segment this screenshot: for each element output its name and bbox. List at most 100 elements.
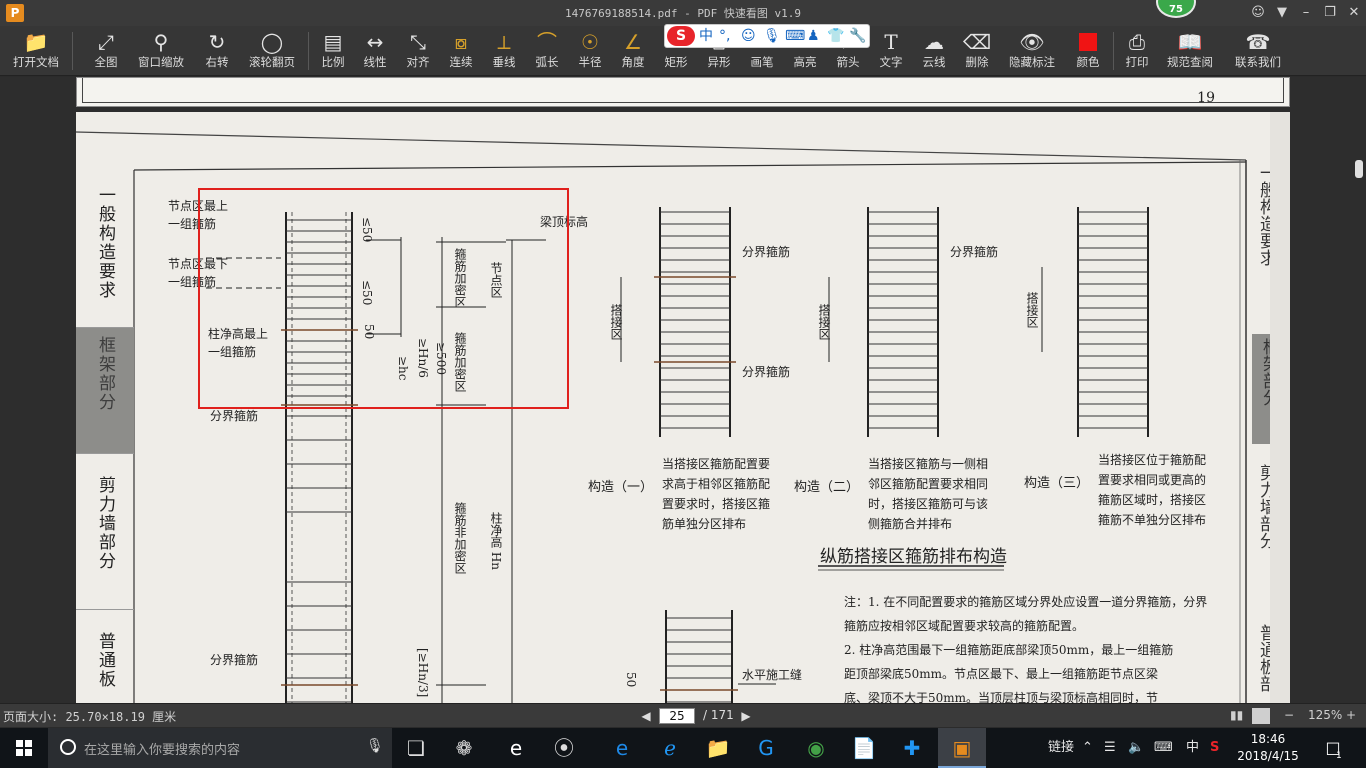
single-page-view-icon[interactable]: [1252, 708, 1270, 724]
linear-dimension-icon: ↔: [366, 30, 384, 54]
side-tab-label: 普通板: [95, 632, 115, 689]
fan-app-icon[interactable]: ❁: [440, 728, 488, 768]
construction-3-desc-line-2: 置要求相同或更高的: [1098, 473, 1207, 487]
ime-mode-toggle[interactable]: 中: [699, 27, 713, 45]
scale-ruler-icon: ▤: [323, 30, 343, 54]
internet-explorer-icon[interactable]: ℯ: [646, 728, 694, 768]
label-nondense-zone: 箍筋非加密区: [453, 502, 467, 574]
notification-center-icon[interactable]: □ 1: [1320, 736, 1346, 761]
emoji-icon[interactable]: ☺: [741, 27, 756, 45]
contact-us-button[interactable]: ☎ 联系我们: [1232, 28, 1284, 74]
keyboard-tray-icon[interactable]: ⌨: [1154, 728, 1173, 768]
open-document-button[interactable]: 📁 打开文档: [10, 28, 62, 74]
vertical-scrollbar-thumb[interactable]: [1355, 160, 1363, 178]
aligned-dimension-icon: ⤡: [410, 30, 426, 54]
hide-annotation-button[interactable]: 👁 隐藏标注: [1006, 28, 1058, 74]
print-button[interactable]: ⎙ 打印: [1122, 28, 1152, 74]
zoom-out-button[interactable]: −: [1284, 708, 1294, 722]
angle-button[interactable]: ∠ 角度: [618, 28, 648, 74]
arc-length-button[interactable]: ⌒ 弧长: [532, 28, 562, 74]
network-icon[interactable]: ☰: [1104, 728, 1116, 768]
cloud-line-button[interactable]: ☁ 云线: [919, 28, 949, 74]
side-tab-label: 一般构造要求: [95, 186, 115, 300]
construction-3-title: 构造（三）: [1024, 476, 1090, 491]
minimize-button[interactable]: –: [1296, 3, 1316, 23]
tray-link-label[interactable]: 链接: [1048, 728, 1074, 768]
wheel-page-button[interactable]: ◯ 滚轮翻页: [246, 28, 298, 74]
zoom-in-button[interactable]: +: [1346, 708, 1356, 722]
g-app-icon[interactable]: G: [742, 728, 790, 768]
rotate-right-button[interactable]: ↻ 右转: [200, 28, 234, 74]
user-icon[interactable]: ☺: [1248, 3, 1268, 23]
pdf-viewer-taskbar-icon[interactable]: ▣: [938, 728, 986, 768]
sogou-tray-icon[interactable]: S: [1210, 728, 1219, 768]
prev-page-button[interactable]: ◀: [639, 707, 653, 725]
side-tab-general[interactable]: 一般构造要求: [76, 180, 134, 328]
microphone-icon[interactable]: 🎙: [366, 738, 384, 754]
connect-app-icon[interactable]: ✚: [888, 728, 936, 768]
notification-count: 1: [1336, 751, 1342, 761]
close-button[interactable]: ✕: [1344, 3, 1364, 23]
red-rectangle-annotation[interactable]: [198, 188, 569, 409]
delete-button[interactable]: ⌫ 删除: [962, 28, 992, 74]
taskbar-search-box[interactable]: 在这里输入你要搜索的内容 🎙: [48, 728, 392, 768]
radius-button[interactable]: ☉ 半径: [575, 28, 605, 74]
eraser-icon: ⌫: [962, 30, 992, 54]
side-tab-shearwall[interactable]: 剪力墙部分: [76, 454, 134, 610]
pdf-viewer-window: P 1476769188514.pdf - PDF 快速看图 v1.9 75 ☺…: [0, 0, 1366, 768]
page-size-readout: 页面大小: 25.70×18.19 厘米: [3, 710, 177, 724]
scale-button[interactable]: ▤ 比例: [318, 28, 348, 74]
dropdown-menu-icon[interactable]: ▼: [1272, 3, 1292, 23]
spiral-app-icon[interactable]: ⦿: [540, 728, 588, 768]
ime-punct-toggle[interactable]: °,: [719, 27, 730, 45]
volume-icon[interactable]: 🔈: [1128, 728, 1144, 768]
continuous-button[interactable]: ⧇ 连续: [446, 28, 476, 74]
start-button[interactable]: [0, 728, 48, 768]
tray-chevron-icon[interactable]: ⌃: [1082, 728, 1093, 768]
dim-hn3: [≥Hn/3]: [416, 648, 430, 698]
ime-indicator[interactable]: 中: [1186, 728, 1199, 768]
note-line-2: 箍筋应按相邻区域配置要求较高的箍筋配置。: [844, 619, 1085, 633]
ime-toolbar[interactable]: S 中 °, ☺ 🎙 ⌨ ♟ 👕 🔧: [664, 24, 870, 48]
maximize-button[interactable]: ❐: [1320, 3, 1340, 23]
edge-browser-icon[interactable]: e: [598, 728, 646, 768]
keyboard-icon[interactable]: ⌨: [785, 27, 805, 45]
wrench-icon[interactable]: 🔧: [849, 27, 866, 45]
two-page-view-icon[interactable]: ▮▮: [1230, 708, 1243, 722]
note-line-1: 注：1. 在不同配置要求的箍筋区域分界处应设置一道分界箍筋，分界: [844, 595, 1208, 609]
side-tab-slab[interactable]: 普通板: [76, 610, 134, 703]
system-clock[interactable]: 18:46 2018/4/15: [1226, 731, 1310, 765]
task-view-icon[interactable]: ❏: [392, 728, 440, 768]
color-button[interactable]: 颜色: [1073, 28, 1103, 74]
cortana-icon: [60, 739, 76, 755]
next-page-button[interactable]: ▶: [739, 707, 753, 725]
label-c2-boundary: 分界箍筋: [950, 245, 999, 259]
note-line-5: 底、梁顶不大于50mm。当顶层柱顶与梁顶标高相同时，节: [844, 691, 1159, 703]
user-group-icon[interactable]: ♟: [807, 27, 820, 45]
file-explorer-icon[interactable]: 📁: [694, 728, 742, 768]
ie-edge-icon[interactable]: e: [492, 728, 540, 768]
printer-icon: ⎙: [1129, 30, 1145, 54]
next-page-edge: [1270, 112, 1290, 703]
construction-2-desc-line-1: 当搭接区箍筋与一侧相: [868, 457, 989, 471]
skin-icon[interactable]: 👕: [827, 27, 844, 45]
document-view[interactable]: 19 一般构造要求 框架部分 剪力墙部分 普通板 一般构造要求 框架部分 剪力墙…: [0, 77, 1366, 703]
360-browser-icon[interactable]: ◉: [792, 728, 840, 768]
document-app-icon[interactable]: 📄: [840, 728, 888, 768]
spec-lookup-button[interactable]: 📖 规范查阅: [1164, 28, 1216, 74]
text-button[interactable]: T 文字: [876, 28, 906, 74]
toolbar-separator: [1113, 32, 1114, 70]
windows-taskbar: 在这里输入你要搜索的内容 🎙 ❏ ❁ e ⦿ e ℯ 📁 G ◉ 📄 ✚ ▣ 链…: [0, 728, 1366, 768]
window-zoom-button[interactable]: ⚲ 窗口缩放: [136, 28, 186, 74]
page-number-input[interactable]: 25: [659, 708, 695, 724]
sogou-logo-icon[interactable]: S: [667, 26, 695, 46]
toolbar-separator: [72, 32, 73, 70]
fullscreen-icon: ⤢: [98, 30, 114, 54]
full-view-button[interactable]: ⤢ 全图: [88, 28, 124, 74]
microphone-icon[interactable]: 🎙: [763, 27, 781, 45]
perpendicular-button[interactable]: ⟂ 垂线: [489, 28, 519, 74]
linear-button[interactable]: ↔ 线性: [360, 28, 390, 74]
side-tab-frame[interactable]: 框架部分: [76, 328, 134, 454]
aligned-button[interactable]: ⤡ 对齐: [403, 28, 433, 74]
construction-1-title: 构造（一）: [588, 480, 654, 495]
